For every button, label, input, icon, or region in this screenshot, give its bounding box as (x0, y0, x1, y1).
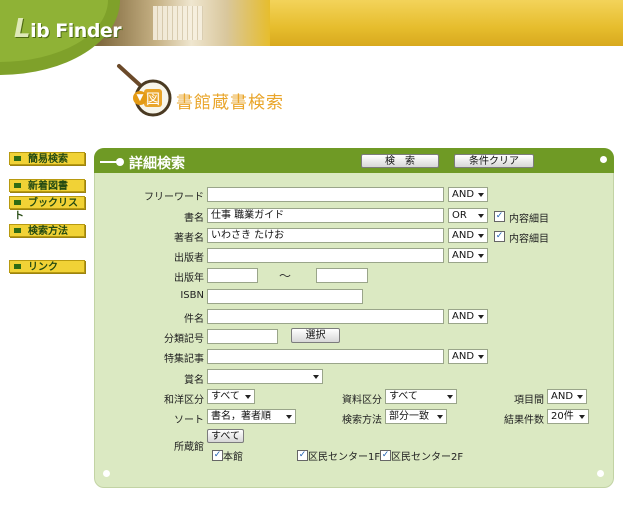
chevron-down-icon (478, 355, 484, 359)
award-select[interactable] (207, 369, 323, 384)
logo-initial: L (14, 14, 31, 44)
language-label: 和洋区分 (164, 395, 204, 406)
method-label: 検索方法 (342, 415, 382, 426)
chevron-down-icon (577, 395, 583, 399)
location-center1f-checkbox[interactable]: ✓ (297, 450, 308, 461)
sidebar-item-simple-search[interactable]: 簡易検索 (9, 152, 85, 165)
method-select[interactable]: 部分一致 (385, 409, 447, 424)
location-center1f-label: 区民センター1F (308, 452, 381, 463)
page-title: 書館蔵書検索 (176, 93, 284, 113)
title-detail-label: 内容細目 (509, 214, 549, 225)
between-label: 項目間 (514, 395, 544, 406)
chevron-down-icon (478, 254, 484, 258)
classification-select-button[interactable]: 選択 (291, 328, 340, 343)
app-logo[interactable]: Lib Finder (14, 14, 122, 44)
location-center2f-label: 区民センター2F (391, 452, 464, 463)
sidebar-item-search-help[interactable]: 検索方法 (9, 224, 85, 237)
sort-label: ソート (174, 415, 204, 426)
method-value: 部分一致 (389, 411, 429, 422)
language-value: すべて (211, 391, 240, 402)
chevron-down-icon (478, 234, 484, 238)
author-detail-label: 内容細目 (509, 234, 549, 245)
sort-select[interactable]: 書名，著者順 (207, 409, 296, 424)
special-article-label: 特集記事 (164, 354, 204, 365)
location-main-checkbox[interactable]: ✓ (212, 450, 223, 461)
subject-op-value: AND (452, 311, 475, 322)
between-select[interactable]: AND (547, 389, 587, 404)
author-input[interactable]: いわさき たけお (207, 228, 444, 243)
free-word-input[interactable] (207, 187, 444, 202)
free-word-op-select[interactable]: AND (448, 187, 488, 202)
publisher-label: 出版者 (174, 253, 204, 264)
material-label: 資料区分 (342, 395, 382, 406)
title-op-select[interactable]: OR (448, 208, 488, 223)
corner-dot (597, 470, 604, 477)
title-marker-icon: ▼ (133, 91, 147, 105)
free-word-op-value: AND (452, 189, 475, 200)
between-value: AND (551, 391, 574, 402)
sort-value: 書名，著者順 (211, 411, 271, 422)
chevron-down-icon (579, 415, 585, 419)
material-select[interactable]: すべて (385, 389, 457, 404)
panel-title: 詳細検索 (129, 156, 185, 172)
author-op-value: AND (452, 230, 475, 241)
sidebar-item-links[interactable]: リンク (9, 260, 85, 273)
language-select[interactable]: すべて (207, 389, 255, 404)
location-main-label: 本館 (223, 452, 243, 463)
chevron-down-icon (478, 315, 484, 319)
sidebar-item-booklist[interactable]: ブックリスト (9, 196, 85, 222)
location-label: 所蔵館 (174, 442, 204, 453)
logo-text: ib Finder (30, 20, 122, 42)
chevron-down-icon (478, 193, 484, 197)
author-label: 著者名 (174, 233, 204, 244)
chevron-down-icon (245, 395, 251, 399)
special-op-value: AND (452, 351, 475, 362)
material-value: すべて (389, 391, 418, 402)
subject-op-select[interactable]: AND (448, 309, 488, 324)
header-photo (95, 0, 270, 46)
chevron-down-icon (286, 415, 292, 419)
subject-label: 件名 (184, 314, 204, 325)
chevron-down-icon (437, 415, 443, 419)
classification-input[interactable] (207, 329, 278, 344)
panel-header-dot (116, 158, 124, 166)
clear-conditions-button[interactable]: 条件クリア (454, 154, 534, 168)
pub-year-from-input[interactable] (207, 268, 258, 283)
count-value: 20件 (551, 411, 574, 422)
location-all-button[interactable]: すべて (207, 429, 244, 443)
location-center2f-checkbox[interactable]: ✓ (380, 450, 391, 461)
svg-text:図: 図 (146, 92, 160, 108)
title-op-value: OR (452, 210, 467, 221)
range-tilde: ～ (279, 269, 292, 283)
subject-input[interactable] (207, 309, 444, 324)
title-input[interactable]: 仕事 職業ガイド (207, 208, 444, 223)
author-detail-checkbox[interactable]: ✓ (494, 231, 505, 242)
corner-dot (103, 470, 110, 477)
publisher-op-value: AND (452, 250, 475, 261)
isbn-label: ISBN (180, 290, 204, 301)
chevron-down-icon (478, 214, 484, 218)
count-label: 結果件数 (504, 415, 544, 426)
special-op-select[interactable]: AND (448, 349, 488, 364)
sidebar-item-new-books[interactable]: 新着図書 (9, 179, 85, 192)
pub-year-to-input[interactable] (316, 268, 368, 283)
special-article-input[interactable] (207, 349, 444, 364)
title-label: 書名 (184, 213, 204, 224)
isbn-input[interactable] (207, 289, 363, 304)
title-detail-checkbox[interactable]: ✓ (494, 211, 505, 222)
chevron-down-icon (313, 375, 319, 379)
award-label: 賞名 (184, 375, 204, 386)
free-word-label: フリーワード (144, 192, 204, 203)
publisher-input[interactable] (207, 248, 444, 263)
publisher-op-select[interactable]: AND (448, 248, 488, 263)
author-op-select[interactable]: AND (448, 228, 488, 243)
pub-year-label: 出版年 (174, 273, 204, 284)
magnifier-icon: 図 (117, 64, 172, 117)
search-button[interactable]: 検 索 (361, 154, 439, 168)
chevron-down-icon (447, 395, 453, 399)
count-select[interactable]: 20件 (547, 409, 589, 424)
classification-label: 分類記号 (164, 334, 204, 345)
corner-dot (600, 156, 607, 163)
